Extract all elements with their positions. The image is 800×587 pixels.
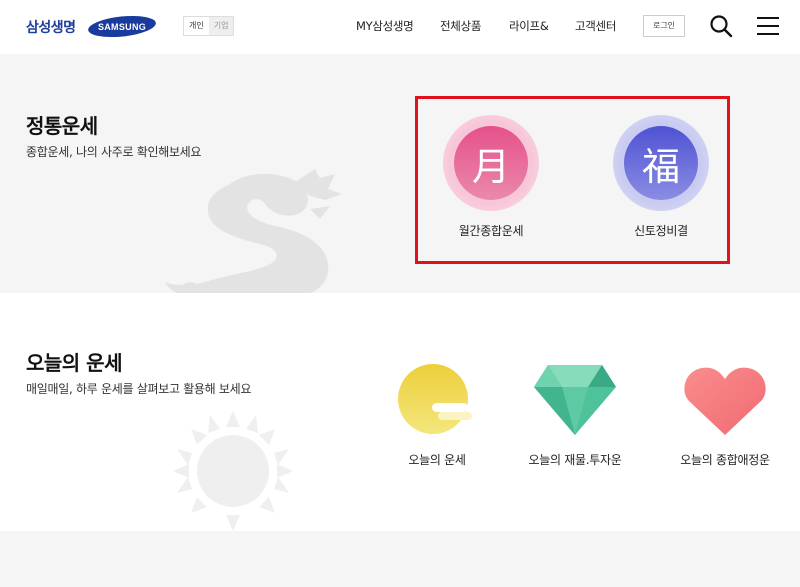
wealth-fortune-label[interactable]: 오늘의 재물.투자운 <box>510 451 640 468</box>
fortune-character-icon: 福 <box>624 126 698 200</box>
tojeong-fortune-label[interactable]: 신토정비결 <box>601 222 721 239</box>
bottom-section <box>0 531 800 587</box>
today-fortune-section: 오늘의 운세 매일매일, 하루 운세를 살펴보고 활용해 보세요 오늘의 운세 … <box>0 293 800 531</box>
love-fortune-label[interactable]: 오늘의 종합애정운 <box>660 451 790 468</box>
section-title: 오늘의 운세 <box>26 351 122 375</box>
nav-life[interactable]: 라이프& <box>509 18 549 34</box>
dragon-watermark-icon <box>165 169 342 293</box>
nav-customer-center[interactable]: 고객센터 <box>575 18 616 34</box>
section-title: 정통운세 <box>26 114 98 138</box>
monthly-fortune-item[interactable]: 月 월간종합운세 <box>443 115 539 239</box>
segment-corporate[interactable]: 기업 <box>208 17 234 35</box>
love-fortune-item[interactable]: 오늘의 종합애정운 <box>660 361 790 471</box>
header: 삼성생명 SAMSUNG 개인 기업 MY삼성생명 전체상품 라이프& 고객센터… <box>0 0 800 54</box>
today-fortune-label[interactable]: 오늘의 운세 <box>372 451 502 468</box>
customer-type-toggle: 개인 기업 <box>183 16 235 36</box>
today-fortune-item[interactable]: 오늘의 운세 <box>372 361 502 471</box>
sun-watermark-icon <box>173 411 293 531</box>
samsung-logo[interactable]: SAMSUNG <box>87 15 157 38</box>
login-button[interactable]: 로그인 <box>643 15 685 37</box>
traditional-fortune-section: 정통운세 종합운세, 나의 사주로 확인해보세요 月 월간종합운세 福 신토정비… <box>0 54 800 293</box>
section-description: 종합운세, 나의 사주로 확인해보세요 <box>26 145 202 159</box>
gem-icon <box>534 365 616 435</box>
monthly-fortune-circle[interactable]: 月 <box>443 115 539 211</box>
menu-icon[interactable] <box>757 16 779 36</box>
monthly-fortune-label[interactable]: 월간종합운세 <box>431 222 551 239</box>
search-icon[interactable] <box>709 14 733 38</box>
tojeong-fortune-item[interactable]: 福 신토정비결 <box>613 115 709 239</box>
tojeong-fortune-circle[interactable]: 福 <box>613 115 709 211</box>
brand-logo[interactable]: 삼성생명 <box>26 17 76 37</box>
moon-icon <box>398 364 472 434</box>
wealth-fortune-item[interactable]: 오늘의 재물.투자운 <box>510 361 640 471</box>
moon-character-icon: 月 <box>454 126 528 200</box>
heart-icon <box>684 367 766 435</box>
segment-personal[interactable]: 개인 <box>184 17 209 35</box>
nav-my-samsung-life[interactable]: MY삼성생명 <box>356 18 414 34</box>
nav-all-products[interactable]: 전체상품 <box>440 18 481 34</box>
samsung-logo-text: SAMSUNG <box>98 22 146 32</box>
